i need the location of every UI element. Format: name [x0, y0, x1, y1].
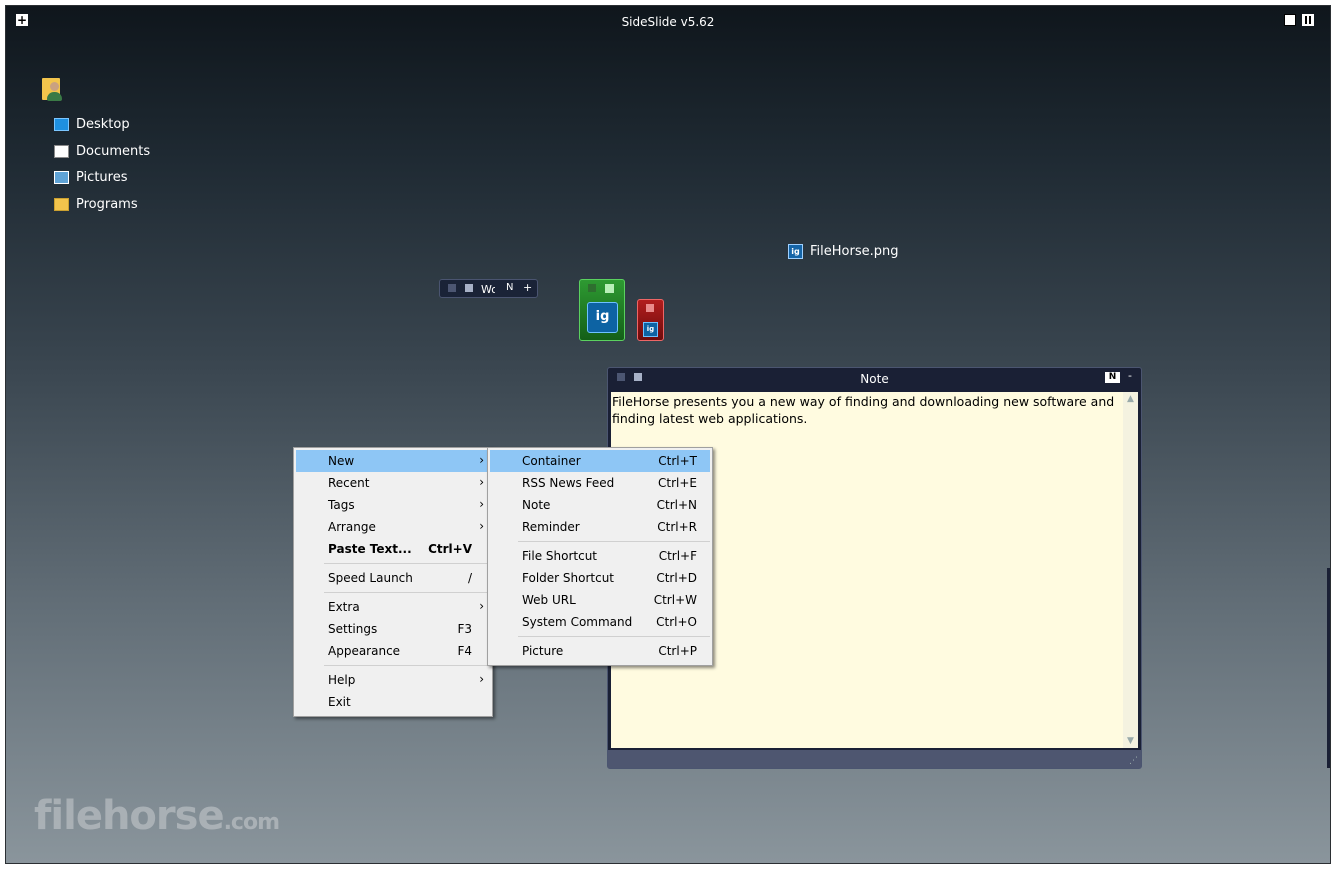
chevron-right-icon: ›: [479, 475, 484, 489]
menu-item-help[interactable]: Help ›: [296, 669, 490, 691]
note-n-button[interactable]: N: [1105, 372, 1120, 383]
place-programs[interactable]: Programs: [54, 196, 150, 223]
title-bar: + SideSlide v5.62: [6, 6, 1330, 36]
menu-item-recent[interactable]: Recent ›: [296, 472, 490, 494]
container-expand-icon[interactable]: [605, 284, 614, 293]
context-menu: New › Recent › Tags › Arrange › Paste Text..…: [293, 447, 493, 717]
submenu-item-picture[interactable]: Picture Ctrl+P: [490, 640, 710, 662]
container-title: Wo: [481, 283, 495, 296]
menu-item-new[interactable]: New ›: [296, 450, 490, 472]
submenu-item-container[interactable]: Container Ctrl+T: [490, 450, 710, 472]
place-desktop[interactable]: Desktop: [54, 116, 150, 143]
filehorse-watermark: filehorse.com: [34, 793, 280, 839]
scroll-up-icon[interactable]: ▲: [1123, 394, 1138, 404]
submenu-item-system-command[interactable]: System Command Ctrl+O: [490, 611, 710, 633]
menu-item-extra[interactable]: Extra ›: [296, 596, 490, 618]
place-documents[interactable]: Documents: [54, 143, 150, 170]
scroll-down-icon[interactable]: ▼: [1123, 736, 1138, 746]
documents-icon: [54, 144, 69, 158]
desktop-icon: [54, 118, 69, 131]
app-title: SideSlide v5.62: [621, 15, 715, 29]
menu-separator: [518, 636, 710, 637]
file-shortcut-filehorse[interactable]: ig FileHorse.png: [788, 244, 898, 260]
menu-item-appearance[interactable]: Appearance F4: [296, 640, 490, 662]
place-label: Documents: [76, 143, 151, 159]
chevron-right-icon: ›: [479, 672, 484, 686]
green-container[interactable]: ig: [579, 279, 625, 341]
resize-grip-icon[interactable]: ⋰: [1129, 756, 1138, 766]
menu-item-paste-text[interactable]: Paste Text... Ctrl+V: [296, 538, 490, 560]
right-edge-container[interactable]: [1327, 568, 1330, 768]
submenu-item-reminder[interactable]: Reminder Ctrl+R: [490, 516, 710, 538]
menu-separator: [518, 541, 710, 542]
note-header[interactable]: Note N -: [608, 368, 1141, 390]
chevron-right-icon: ›: [479, 497, 484, 511]
container-menu-icon[interactable]: [646, 304, 654, 312]
container-n-button[interactable]: N: [506, 282, 513, 293]
menu-item-speed-launch[interactable]: Speed Launch /: [296, 567, 490, 589]
chevron-right-icon: ›: [479, 599, 484, 613]
note-scrollbar[interactable]: ▲ ▼: [1123, 392, 1138, 748]
note-minimize-button[interactable]: -: [1128, 369, 1132, 382]
note-title: Note: [860, 372, 889, 386]
submenu-item-file-shortcut[interactable]: File Shortcut Ctrl+F: [490, 545, 710, 567]
submenu-item-note[interactable]: Note Ctrl+N: [490, 494, 710, 516]
user-folder-icon[interactable]: [42, 74, 68, 104]
menu-item-settings[interactable]: Settings F3: [296, 618, 490, 640]
container-menu-icon[interactable]: [588, 284, 596, 292]
place-pictures[interactable]: Pictures: [54, 169, 150, 196]
pictures-icon: [54, 171, 69, 184]
submenu-item-web-url[interactable]: Web URL Ctrl+W: [490, 589, 710, 611]
maximize-icon[interactable]: [1284, 14, 1296, 26]
image-file-icon: ig: [788, 244, 803, 259]
chevron-right-icon: ›: [479, 519, 484, 533]
chevron-right-icon: ›: [479, 453, 484, 467]
app-shortcut-icon[interactable]: ig: [643, 322, 658, 337]
place-label: Desktop: [76, 117, 130, 132]
pause-icon[interactable]: [1302, 14, 1314, 26]
menu-item-arrange[interactable]: Arrange ›: [296, 516, 490, 538]
programs-folder-icon: [54, 197, 69, 211]
places-list: Desktop Documents Pictures Programs: [54, 116, 150, 222]
note-footer: ⋰: [608, 750, 1141, 768]
new-submenu: Container Ctrl+T RSS News Feed Ctrl+E Note…: [487, 447, 713, 666]
sideslide-workspace[interactable]: + SideSlide v5.62 Desktop Documents Pict…: [5, 5, 1331, 864]
place-label: Pictures: [76, 170, 128, 185]
app-shortcut-icon[interactable]: ig: [587, 302, 618, 333]
submenu-item-rss-news-feed[interactable]: RSS News Feed Ctrl+E: [490, 472, 710, 494]
submenu-item-folder-shortcut[interactable]: Folder Shortcut Ctrl+D: [490, 567, 710, 589]
menu-item-tags[interactable]: Tags ›: [296, 494, 490, 516]
menu-separator: [324, 665, 490, 666]
place-label: Programs: [76, 196, 138, 212]
menu-separator: [324, 563, 490, 564]
container-expand-icon[interactable]: [465, 284, 473, 292]
file-label: FileHorse.png: [810, 244, 899, 259]
red-container[interactable]: ig: [637, 299, 664, 341]
menu-item-exit[interactable]: Exit: [296, 691, 490, 713]
container-menu-icon[interactable]: [448, 284, 456, 292]
container-add-button[interactable]: +: [523, 281, 532, 294]
collapsed-container[interactable]: Wo N +: [439, 279, 538, 298]
menu-separator: [324, 592, 490, 593]
